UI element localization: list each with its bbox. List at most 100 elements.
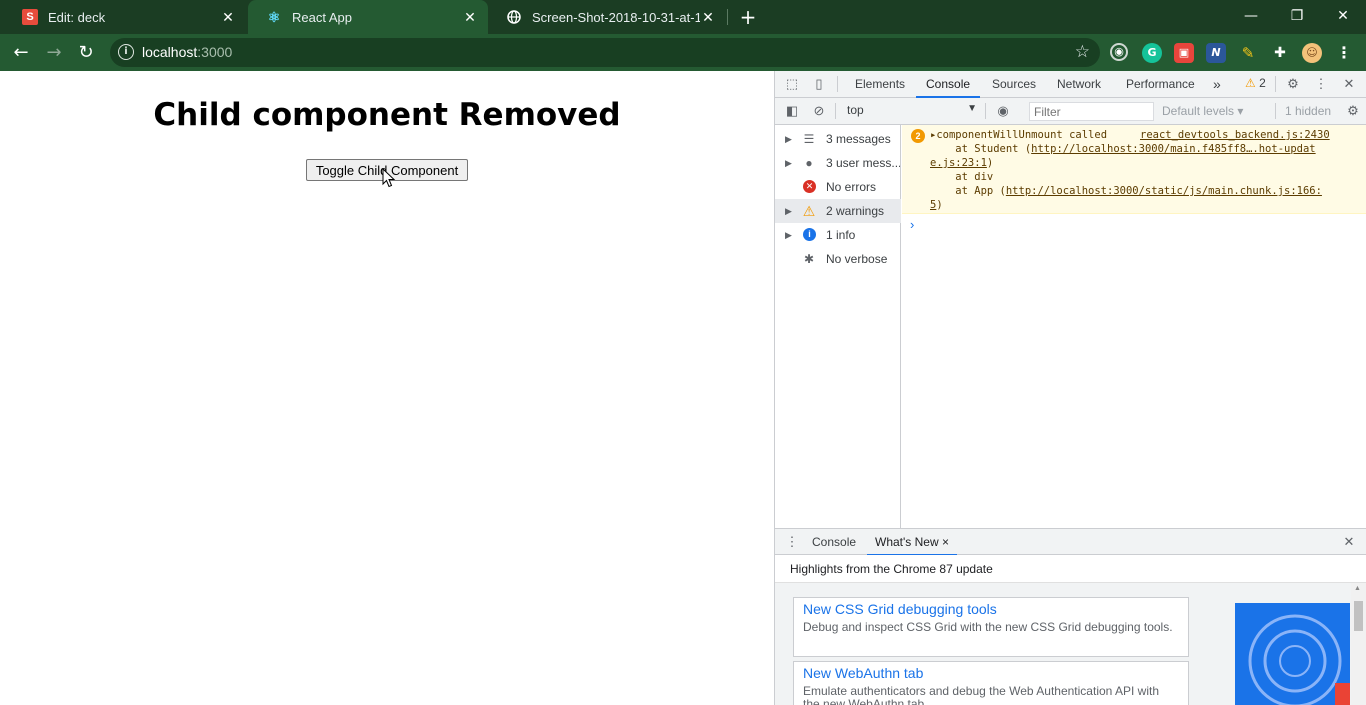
react-favicon-icon: ⚛ xyxy=(267,8,281,25)
tab-title: Edit: deck xyxy=(48,9,106,25)
scrollbar-thumb[interactable] xyxy=(1354,601,1363,631)
inspect-element-icon[interactable]: ⬚ xyxy=(784,76,800,92)
close-tab-icon[interactable]: × xyxy=(942,535,949,549)
repeat-count-badge: 2 xyxy=(911,129,925,143)
close-tab-icon[interactable]: ✕ xyxy=(220,9,236,26)
context-selector[interactable]: top ▼ xyxy=(847,103,977,120)
forward-icon[interactable]: → xyxy=(42,41,66,65)
close-tab-icon[interactable]: ✕ xyxy=(700,9,716,26)
separator xyxy=(1275,103,1276,119)
source-link[interactable]: react_devtools_backend.js:2430 xyxy=(1140,129,1330,141)
url-text[interactable]: localhost:3000 xyxy=(142,44,232,60)
tab-elements[interactable]: Elements xyxy=(855,71,905,98)
tab-sources[interactable]: Sources xyxy=(992,71,1036,98)
back-icon[interactable]: ← xyxy=(9,41,33,65)
sidebar-item-errors[interactable]: ✕ No errors xyxy=(775,175,901,199)
close-window-icon[interactable]: ✕ xyxy=(1320,4,1366,28)
stack-link[interactable]: http://localhost:3000/main.f485ff8….hot-… xyxy=(1031,143,1315,155)
mouse-cursor-icon xyxy=(382,168,396,188)
address-bar[interactable]: i localhost:3000 ☆ xyxy=(110,38,1100,67)
list-icon: ☰ xyxy=(803,132,815,146)
browser-toolbar: ← → ↻ i localhost:3000 ☆ ◉ G ▣ N ✎ ✚ ☺ ⋮ xyxy=(0,34,1366,71)
extension-n-icon[interactable]: N xyxy=(1206,43,1226,63)
separator xyxy=(835,103,836,119)
whats-new-card[interactable]: New WebAuthn tab Emulate authenticators … xyxy=(793,661,1189,705)
drawer-scrollbar[interactable]: ▲ xyxy=(1351,583,1366,705)
sidebar-item-label: No verbose xyxy=(826,252,888,266)
clear-console-icon[interactable]: ⊘ xyxy=(811,103,827,119)
stack-link[interactable]: e.js:23:1 xyxy=(930,157,987,169)
site-info-icon[interactable]: i xyxy=(118,44,134,60)
devtools-panel: ⬚ ▯ Elements Console Sources Network Per… xyxy=(774,71,1366,705)
extension-pen-icon[interactable]: ✎ xyxy=(1238,43,1258,63)
grammarly-icon[interactable]: G xyxy=(1142,43,1162,63)
tab-title: React App xyxy=(292,9,352,25)
separator xyxy=(985,103,986,119)
minimize-icon[interactable]: — xyxy=(1228,4,1274,28)
sidebar-item-warnings[interactable]: ▶ ⚠ 2 warnings xyxy=(775,199,901,223)
extension-camera-icon[interactable]: ▣ xyxy=(1174,43,1194,63)
extension-target-icon[interactable]: ◉ xyxy=(1110,43,1128,61)
separator xyxy=(1275,76,1276,92)
stack-line: at App (http://localhost:3000/static/js/… xyxy=(930,185,1322,197)
close-drawer-icon[interactable]: ✕ xyxy=(1341,534,1357,550)
stack-line: at div xyxy=(930,171,994,183)
restore-icon[interactable]: ❐ xyxy=(1274,4,1320,28)
tab-separator xyxy=(727,9,728,25)
sidebar-item-messages[interactable]: ▶ ☰ 3 messages xyxy=(775,127,901,151)
chrome-menu-icon[interactable]: ⋮ xyxy=(1334,43,1354,63)
slides-favicon-icon: S xyxy=(22,9,38,25)
expand-arrow-icon: ▶ xyxy=(785,158,792,168)
info-icon: i xyxy=(803,228,816,241)
more-tabs-icon[interactable]: » xyxy=(1213,71,1221,98)
page-heading: Child component Removed xyxy=(153,97,621,133)
scroll-up-icon[interactable]: ▲ xyxy=(1354,585,1361,592)
drawer-tab-bar: ⋮ Console What's New × ✕ xyxy=(775,528,1366,556)
user-icon: ● xyxy=(805,156,813,170)
tab-network[interactable]: Network xyxy=(1057,71,1101,98)
drawer-tab-console[interactable]: Console xyxy=(812,529,856,556)
stack-suffix: ) xyxy=(936,199,943,211)
extensions-puzzle-icon[interactable]: ✚ xyxy=(1270,43,1290,63)
console-toolbar: ◧ ⊘ top ▼ ◉ Default levels ▾ 1 hidden ⚙ xyxy=(775,98,1366,125)
profile-avatar[interactable]: ☺ xyxy=(1302,43,1322,63)
reload-icon[interactable]: ↻ xyxy=(74,41,98,65)
new-tab-button[interactable]: + xyxy=(738,6,758,28)
filter-input[interactable] xyxy=(1029,102,1154,121)
sidebar-item-user-messages[interactable]: ▶ ● 3 user mess... xyxy=(775,151,901,175)
expand-arrow-icon: ▶ xyxy=(785,134,792,144)
close-devtools-icon[interactable]: ✕ xyxy=(1341,76,1357,92)
console-prompt[interactable]: › xyxy=(910,217,914,232)
page-viewport: Child component Removed Toggle Child Com… xyxy=(0,71,774,705)
stack-link[interactable]: http://localhost:3000/static/js/main.chu… xyxy=(1006,185,1322,197)
show-sidebar-icon[interactable]: ◧ xyxy=(784,103,800,119)
settings-gear-icon[interactable]: ⚙ xyxy=(1285,76,1301,92)
drawer-menu-icon[interactable]: ⋮ xyxy=(784,534,800,550)
whats-new-body: New CSS Grid debugging tools Debug and i… xyxy=(775,583,1366,705)
device-toolbar-icon[interactable]: ▯ xyxy=(811,76,827,92)
card-title-link[interactable]: New WebAuthn tab xyxy=(803,665,1179,681)
sidebar-item-verbose[interactable]: ✱ No verbose xyxy=(775,247,901,271)
tab-performance[interactable]: Performance xyxy=(1126,71,1195,98)
tab-react-app[interactable]: ⚛ React App ✕ xyxy=(248,0,488,34)
live-expression-eye-icon[interactable]: ◉ xyxy=(995,103,1011,119)
bookmark-star-icon[interactable]: ☆ xyxy=(1075,42,1090,62)
close-tab-icon[interactable]: ✕ xyxy=(462,9,478,26)
console-settings-icon[interactable]: ⚙ xyxy=(1345,103,1361,119)
warning-text: componentWillUnmount called xyxy=(936,129,1108,141)
warnings-badge[interactable]: ⚠ 2 xyxy=(1245,76,1266,90)
card-title-link[interactable]: New CSS Grid debugging tools xyxy=(803,601,1179,617)
tab-screenshot[interactable]: Screen-Shot-2018-10-31-at-1.44 ✕ xyxy=(488,0,726,34)
log-levels-dropdown[interactable]: Default levels ▾ xyxy=(1162,104,1243,118)
expand-arrow-icon: ▶ xyxy=(785,206,792,216)
card-description: Debug and inspect CSS Grid with the new … xyxy=(803,620,1173,634)
sidebar-item-info[interactable]: ▶ i 1 info xyxy=(775,223,901,247)
tab-console[interactable]: Console xyxy=(916,71,981,98)
console-warning-message[interactable]: 2 ▸componentWillUnmount called react_dev… xyxy=(902,125,1366,214)
warning-icon: ⚠ xyxy=(802,203,816,219)
drawer-tab-whats-new[interactable]: What's New × xyxy=(867,529,957,556)
whats-new-card[interactable]: New CSS Grid debugging tools Debug and i… xyxy=(793,597,1189,657)
devtools-menu-icon[interactable]: ⋮ xyxy=(1313,76,1329,92)
sidebar-item-label: No errors xyxy=(826,180,877,194)
tab-edit-deck[interactable]: S Edit: deck ✕ xyxy=(4,0,246,34)
